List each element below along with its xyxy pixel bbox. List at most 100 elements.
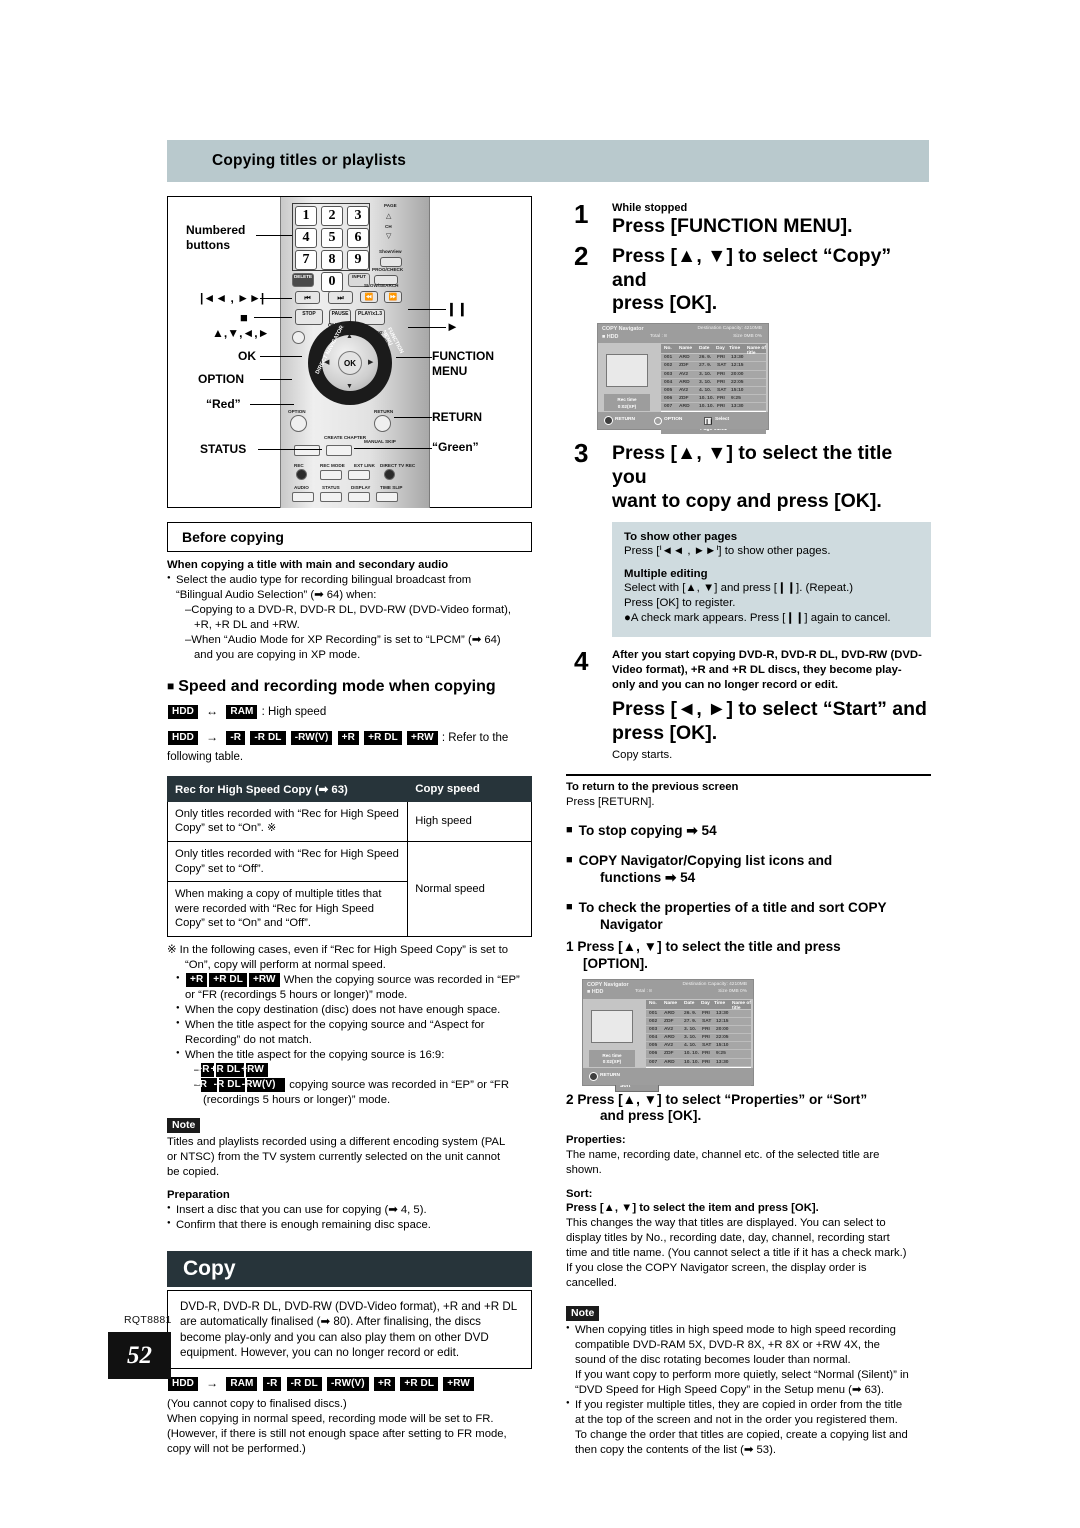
num-key-8[interactable]: 8	[321, 250, 343, 270]
num-key-7[interactable]: 7	[295, 250, 317, 270]
rec-time-label: Rec time	[617, 397, 637, 403]
table-row[interactable]: 007 ARD 10. 10. FRI 13:30	[646, 1058, 751, 1067]
warning-line: only and you can no longer record or edi…	[612, 678, 838, 691]
table-row[interactable]: 005 AV2 4. 10. SAT 15:10	[646, 1042, 751, 1051]
down-arrow-icon[interactable]: ▼	[346, 383, 353, 390]
note-line: To change the order that titles are copi…	[575, 1428, 908, 1441]
table-row[interactable]: 002 ZDF 27. 9. SAT 12:15	[646, 1017, 751, 1026]
slow-search-back-button[interactable]: ⏪	[360, 291, 378, 303]
heading-line: 1 Press [▲, ▼] to select the title and p…	[566, 938, 841, 954]
page-up-icon[interactable]: △	[386, 212, 391, 220]
cell-time: 13:30	[731, 404, 744, 410]
up-arrow-icon[interactable]: ▲	[346, 333, 353, 340]
cell-day: SAT	[702, 1018, 712, 1024]
list-item: Insert a disc that you can use for copyi…	[167, 1203, 532, 1218]
left-arrow-icon[interactable]: ◀	[324, 358, 329, 366]
cell-date: 10. 10.	[684, 1059, 699, 1065]
column-header: No.	[664, 345, 672, 351]
right-column: 1 While stopped Press [FUNCTION MENU]. 2…	[566, 196, 931, 1458]
num-key-2[interactable]: 2	[321, 206, 343, 226]
audio-button[interactable]	[292, 492, 314, 502]
num-key-9[interactable]: 9	[347, 250, 369, 270]
callout-red: “Red”	[206, 397, 241, 411]
note-line: then copy the contents of the list (➡ 53…	[575, 1443, 776, 1456]
table-cell-condition: Only titles recorded with “Rec for High …	[166, 841, 409, 883]
num-key-0[interactable]: 0	[321, 272, 343, 292]
table-row[interactable]: 004 ARD 3. 10. FRI 22:05	[661, 378, 766, 387]
cell-day: FRI	[717, 379, 725, 385]
table-row[interactable]: 002 ZDF 27. 9. SAT 12:15	[661, 362, 766, 371]
heading-line: and press [OK].	[600, 1108, 702, 1124]
time-slip-label: TIME SLIP	[380, 485, 403, 490]
display-button[interactable]	[348, 492, 370, 502]
infobox-line: ●A check mark appears. Press [❙❙] again …	[624, 611, 891, 624]
status-button[interactable]	[320, 492, 342, 502]
screen-rec-time: Rec time 0:02(XP)	[604, 394, 650, 412]
table-row[interactable]: 001 ARD 26. 9. FRI 13:30	[661, 354, 766, 363]
copy-disc-chips: HDD → RAM -R -R DL -RW(V) +R +R DL +RW	[167, 1373, 532, 1395]
note-line: sound of the disc rotating becomes loude…	[575, 1353, 851, 1366]
num-key-3[interactable]: 3	[347, 206, 369, 226]
cell-date: 10. 10.	[699, 396, 714, 402]
note-line: If you want copy to perform more quietly…	[575, 1368, 909, 1381]
navigation-dial[interactable]: OK GUIDE DIRECT NAVIGATOR FUNCTION MENU …	[286, 317, 418, 409]
screen-column-headers: No. Name Date Day Time Name of title	[661, 344, 766, 356]
cell-day: FRI	[717, 404, 725, 410]
delete-button[interactable]: DELETE	[292, 273, 314, 287]
skip-forward-button[interactable]: ⏭	[328, 291, 353, 304]
text-line: This changes the way that titles are dis…	[566, 1216, 886, 1229]
column-header: Day	[701, 1001, 710, 1006]
showview-button[interactable]	[380, 257, 402, 267]
red-button[interactable]	[294, 445, 320, 456]
right-arrow-icon[interactable]: ▶	[368, 358, 373, 366]
num-key-6[interactable]: 6	[347, 228, 369, 248]
return-icon[interactable]	[589, 1071, 598, 1081]
copy-finalise-box: DVD-R, DVD-R DL, DVD-RW (DVD-Video forma…	[167, 1290, 532, 1370]
rec-button[interactable]	[296, 469, 307, 480]
table-row[interactable]: 004 ARD 3. 10. FRI 22:05	[646, 1034, 751, 1043]
return-label: RETURN	[374, 409, 394, 414]
ext-link-button[interactable]	[348, 470, 370, 480]
show-pages-infobox: To show other pages Press [ᑊ◄◄ , ►►ᑊ] to…	[612, 522, 931, 637]
table-row[interactable]: 003 AV2 3. 10. FRI 20:00	[661, 370, 766, 379]
table-row[interactable]: 003 AV2 3. 10. FRI 20:00	[646, 1025, 751, 1035]
num-key-4[interactable]: 4	[295, 228, 317, 248]
warning-line: After you start copying DVD-R, DVD-R DL,…	[612, 648, 922, 661]
bidirectional-arrow-icon: ↔	[206, 704, 219, 719]
table-row[interactable]: 001 ARD 26. 9. FRI 13:30	[646, 1009, 751, 1018]
infobox-heading: To show other pages	[624, 531, 738, 544]
table-row[interactable]: 006 ZDF 10. 10. FRI 9:25	[661, 395, 766, 404]
green-button[interactable]	[326, 445, 352, 456]
table-row[interactable]: 007 ARD 10. 10. FRI 13:30	[661, 403, 766, 412]
skip-back-button[interactable]: ⏮	[295, 291, 320, 304]
pause-icon[interactable]: ❙❙	[704, 416, 713, 425]
copy-notes: (You cannot copy to finalised discs.) Wh…	[167, 1397, 532, 1457]
display-label: DISPLAY	[351, 485, 371, 490]
text-line: cancelled.	[566, 1276, 617, 1289]
time-slip-button[interactable]	[376, 492, 398, 502]
step-warning: After you start copying DVD-R, DVD-R DL,…	[612, 648, 931, 693]
return-icon[interactable]	[604, 416, 613, 426]
option-icon[interactable]	[654, 416, 662, 425]
cell-no: 001	[664, 355, 673, 361]
rec-mode-button[interactable]	[320, 470, 342, 480]
status-label: STATUS	[322, 485, 340, 490]
ok-button[interactable]: OK	[338, 351, 362, 375]
num-key-5[interactable]: 5	[321, 228, 343, 248]
slow-search-forward-button[interactable]: ⏩	[384, 291, 402, 303]
num-key-1[interactable]: 1	[295, 206, 317, 226]
option-button[interactable]	[290, 415, 307, 432]
dash-line: –+R+R DL+RW	[194, 1062, 532, 1078]
direct-tv-rec-button[interactable]	[384, 469, 395, 480]
table-row[interactable]: 006 ZDF 10. 10. FRI 9:25	[646, 1050, 751, 1059]
note-badge: Note	[566, 1305, 600, 1321]
speed-row-table-ref: HDD → -R -R DL -RW(V) +R +R DL +RW : Ref…	[167, 727, 532, 768]
list-item: When the copy destination (disc) does no…	[176, 1003, 532, 1018]
note-line: “DVD Speed for High Speed Copy” in the S…	[575, 1383, 884, 1396]
disc-chip-plusr: +R	[186, 972, 208, 987]
ch-down-icon[interactable]: ▽	[386, 232, 391, 240]
screen-source-label: HDD	[606, 333, 619, 340]
table-row[interactable]: 005 AV2 4. 10. SAT 15:10	[661, 386, 766, 396]
cell-date: 3. 10.	[684, 1035, 697, 1041]
return-button[interactable]	[374, 415, 391, 432]
